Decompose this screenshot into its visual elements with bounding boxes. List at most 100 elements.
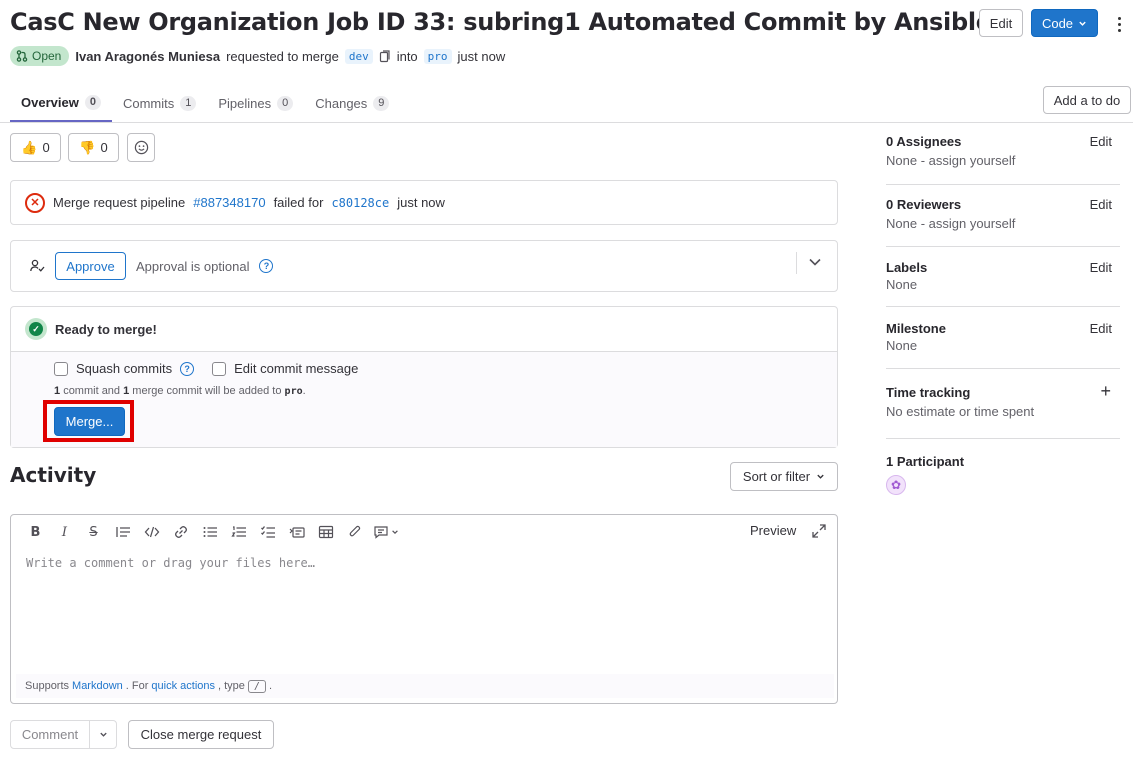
tab-changes[interactable]: Changes 9 (304, 84, 400, 122)
commit-sha-link[interactable]: c80128ce (331, 196, 389, 210)
comment-templates-icon[interactable] (369, 519, 403, 545)
divider (886, 246, 1120, 247)
divider (886, 368, 1120, 369)
squash-label[interactable]: Squash commits (76, 361, 172, 376)
pipeline-prefix: Merge request pipeline (53, 195, 186, 210)
merge-request-icon (16, 50, 28, 62)
reviewers-value[interactable]: None - assign yourself (886, 216, 1120, 231)
participant-avatar[interactable]: ✿ (886, 475, 906, 495)
help-icon[interactable]: ? (180, 361, 195, 376)
thumbs-up-icon: 👍 (21, 139, 38, 155)
sidebar-participants: 1 Participant (886, 454, 1120, 469)
labels-value: None (886, 277, 918, 292)
approve-button[interactable]: Approve (55, 252, 126, 280)
code-dropdown-button[interactable]: Code (1031, 9, 1098, 37)
merge-request-meta: Open Ivan Aragonés Muniesa requested to … (10, 45, 505, 67)
edit-commit-message-label[interactable]: Edit commit message (234, 361, 358, 376)
target-branch[interactable]: pro (423, 48, 452, 64)
reviewers-title: 0 Reviewers (886, 197, 962, 212)
edit-labels-link[interactable]: Edit (1090, 260, 1112, 275)
expand-icon[interactable] (812, 524, 826, 538)
thumbs-down-icon: 👎 (79, 139, 96, 155)
add-time-icon[interactable]: + (1100, 381, 1111, 402)
assignees-value[interactable]: None - assign yourself (886, 153, 1120, 168)
table-icon[interactable] (311, 519, 340, 545)
edit-commit-message-checkbox[interactable] (212, 361, 227, 376)
thumbs-up-button[interactable]: 👍 0 (10, 133, 61, 162)
status-label: Open (32, 49, 62, 63)
slash-key: / (247, 679, 266, 693)
thumbs-up-count: 0 (42, 140, 50, 155)
edit-button[interactable]: Edit (979, 9, 1023, 37)
quote-icon[interactable] (108, 519, 137, 545)
add-reaction-button[interactable] (127, 133, 155, 162)
status-badge: Open (10, 46, 70, 66)
milestone-value: None (886, 338, 918, 353)
commit-count: 1 (54, 385, 61, 397)
requested-text: requested to merge (226, 48, 339, 64)
task-list-icon[interactable] (253, 519, 282, 545)
activity-heading: Activity (10, 463, 97, 487)
tabs-divider (0, 122, 1133, 123)
into-text: into (396, 48, 418, 64)
merge-options-row: Squash commits ? Edit commit message (54, 361, 358, 376)
labels-title: Labels (886, 260, 928, 275)
tab-count: 1 (180, 95, 197, 111)
collapsible-section-icon[interactable] (282, 519, 311, 545)
more-actions-icon[interactable] (1110, 12, 1128, 36)
comment-textarea[interactable]: Write a comment or drag your files here… (26, 556, 315, 570)
attach-file-icon[interactable] (340, 519, 369, 545)
info-text: merge commit will be added to (132, 385, 282, 397)
comment-options-dropdown[interactable] (90, 721, 116, 748)
sidebar-milestone: Milestone None Edit (886, 321, 1120, 353)
code-button-label: Code (1041, 15, 1074, 31)
created-time: just now (457, 48, 506, 64)
ready-text: Ready to merge! (55, 321, 157, 337)
link-icon[interactable] (166, 519, 195, 545)
italic-icon[interactable]: I (50, 519, 79, 545)
tab-label: Commits (122, 95, 175, 111)
info-text: commit and (63, 385, 121, 397)
editor-footer: Supports Markdown. For quick actions, ty… (16, 674, 834, 698)
code-icon[interactable] (137, 519, 166, 545)
milestone-title: Milestone (886, 321, 946, 336)
failed-status-icon[interactable]: ✕ (25, 192, 45, 213)
chevron-down-icon (1079, 21, 1086, 26)
strikethrough-icon[interactable]: S (79, 519, 108, 545)
add-todo-button[interactable]: Add a to do (1043, 86, 1131, 114)
tab-overview[interactable]: Overview 0 (10, 84, 112, 122)
merge-status-header: ✓ Ready to merge! (11, 307, 837, 352)
edit-assignees-link[interactable]: Edit (1090, 134, 1112, 149)
preview-tab[interactable]: Preview (750, 523, 796, 538)
close-merge-request-button[interactable]: Close merge request (128, 720, 274, 749)
merge-info-text: 1 commit and 1 merge commit will be adde… (54, 385, 306, 397)
success-icon: ✓ (25, 318, 47, 340)
edit-milestone-link[interactable]: Edit (1090, 321, 1112, 336)
pipeline-status-widget: ✕ Merge request pipeline #887348170 fail… (10, 180, 838, 225)
tab-count: 0 (277, 95, 294, 111)
bold-icon[interactable]: B (21, 519, 50, 545)
approval-status: Approval is optional (136, 258, 250, 274)
pipeline-middle: failed for (273, 195, 324, 210)
squash-checkbox[interactable] (54, 361, 68, 376)
quick-actions-link[interactable]: quick actions (151, 680, 215, 692)
edit-reviewers-link[interactable]: Edit (1090, 197, 1112, 212)
comment-button[interactable]: Comment (11, 721, 90, 748)
markdown-link[interactable]: Markdown (72, 680, 123, 692)
thumbs-down-button[interactable]: 👎 0 (68, 133, 119, 162)
chevron-down-icon[interactable] (808, 257, 822, 267)
source-branch[interactable]: dev (344, 48, 373, 64)
author-name[interactable]: Ivan Aragonés Muniesa (75, 49, 220, 64)
copy-icon[interactable] (379, 49, 391, 63)
footer-text: , type (218, 680, 245, 692)
sort-filter-dropdown[interactable]: Sort or filter (730, 462, 838, 491)
bullet-list-icon[interactable] (195, 519, 224, 545)
help-icon[interactable]: ? (259, 259, 274, 273)
merge-widget: ✓ Ready to merge! (10, 306, 838, 448)
tab-pipelines[interactable]: Pipelines 0 (207, 84, 304, 122)
pipeline-link[interactable]: #887348170 (193, 195, 265, 210)
sidebar-reviewers: 0 Reviewers None - assign yourself Edit (886, 197, 1120, 231)
tab-commits[interactable]: Commits 1 (112, 84, 207, 122)
divider (886, 184, 1120, 185)
numbered-list-icon[interactable] (224, 519, 253, 545)
